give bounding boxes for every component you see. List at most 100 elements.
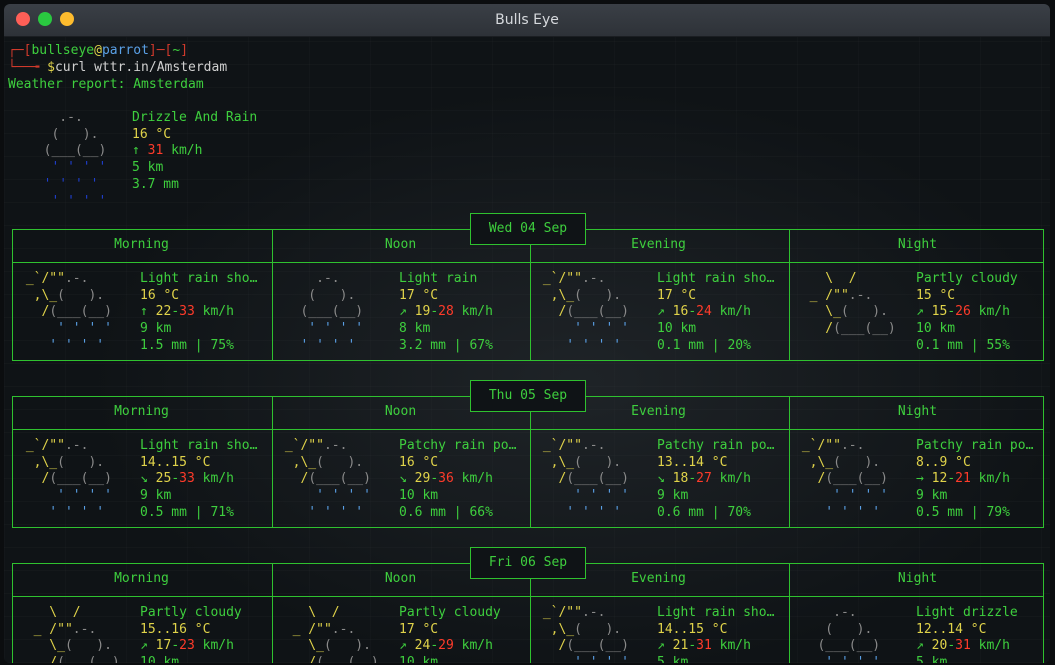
current-weather-icon: .-. ( ). (___(__) ' ' ' ' ' ' ' ' ' ' ' … (43, 110, 107, 209)
current-wind: 31 (147, 143, 164, 159)
wind-arrow-icon: ↘ (399, 471, 407, 487)
forecast-table: Fri 06 Sep Morning Noon Evening Night \ / _ … (12, 547, 1046, 663)
wind-arrow-icon: ↑ (132, 143, 140, 159)
title-bar: Bulls Eye (4, 4, 1050, 37)
wind-arrow-icon: → (916, 471, 924, 487)
cell-wind-max: 31 (955, 638, 971, 654)
cell-temp: 12..14 °C (916, 621, 987, 637)
cell-visibility: 10 km (657, 321, 697, 337)
wind-arrow-icon: ↗ (916, 304, 924, 320)
cell-visibility: 8 km (399, 321, 431, 337)
patchy-rain-icon: _`/"".-. ,\_( ). /(___(__) ' ' ' ' ' ' '… (794, 438, 888, 520)
forecast-cell: _`/"".-. ,\_( ). /(___(__) ' ' ' ' ' ' '… (535, 438, 775, 520)
light-rain-icon: .-. ( ). (___(__) ' ' ' ' ' ' ' ' (277, 271, 364, 353)
cell-condition: Light rain sho… (140, 271, 258, 286)
cell-wind-min: 24 (414, 638, 431, 654)
cell-condition: Partly cloudy (916, 271, 1018, 286)
cell-temp: 15..16 °C (140, 621, 211, 637)
cell-wind-min: 17 (155, 638, 172, 654)
cell-precip: 1.5 mm | 75% (140, 337, 234, 353)
light-rain-showers-icon: _`/"".-. ,\_( ). /(___(__) ' ' ' ' ' ' '… (18, 438, 112, 520)
cell-visibility: 9 km (140, 488, 172, 504)
forecast-cell: \ / _ /"".-. \_( ). /(___(__) Partly clo… (12, 595, 271, 663)
cell-wind-max: 33 (179, 304, 195, 320)
current-temp: 16 (132, 126, 148, 142)
cell-visibility: 10 km (399, 488, 439, 504)
cell-condition: Patchy rain po… (916, 438, 1034, 453)
command-text: curl wttr.in/Amsterdam (54, 60, 228, 75)
wind-arrow-icon: ↗ (657, 304, 665, 320)
period-header: Noon (384, 404, 417, 419)
light-rain-showers-icon: _`/"".-. ,\_( ). /(___(__) ' ' ' ' ' ' '… (535, 605, 629, 663)
forecast-cell: \ / _ /"".-. \_( ). /(___(__) Partly clo… (271, 595, 530, 663)
cell-wind-min: 21 (672, 638, 689, 654)
cell-temp: 17 °C (399, 287, 439, 303)
cell-wind-max: 36 (438, 471, 454, 487)
current-weather: Drizzle And Rain 16 °C ↑ 31 km/h 5 km 3.… (132, 110, 257, 194)
forecast-table: Thu 05 Sep Morning Noon Evening Night _`/"".… (12, 380, 1046, 528)
cell-temp: 16 °C (399, 454, 439, 470)
cell-wind-min: 19 (414, 304, 431, 320)
cell-temp: 15 °C (916, 287, 956, 303)
wind-arrow-icon: ↗ (399, 638, 407, 654)
cell-temp: 13..14 °C (657, 454, 728, 470)
cell-visibility: 5 km (657, 655, 689, 663)
cell-temp: 8..9 °C (916, 454, 971, 470)
cell-wind-max: 29 (438, 638, 454, 654)
period-header: Night (897, 571, 938, 586)
cell-wind-max: 33 (179, 471, 195, 487)
cell-visibility: 9 km (657, 488, 689, 504)
cell-wind-min: 16 (672, 304, 689, 320)
current-precip: 3.7 mm (132, 176, 179, 192)
cell-precip: 0.5 mm | 79% (916, 504, 1010, 520)
cell-wind-min: 18 (672, 471, 689, 487)
current-temp-unit: °C (155, 126, 172, 142)
prompt-symbol: $ (47, 60, 55, 75)
current-condition: Drizzle And Rain (132, 110, 258, 125)
cell-condition: Light rain sho… (657, 605, 775, 620)
forecast-cell: _`/"".-. ,\_( ). /(___(__) ' ' ' ' ' ' '… (18, 271, 258, 353)
period-header: Evening (631, 571, 686, 586)
cell-visibility: 10 km (916, 321, 956, 337)
cell-precip: 3.2 mm | 67% (399, 337, 493, 353)
cell-precip: 0.5 mm | 71% (140, 504, 234, 520)
period-header: Noon (384, 237, 417, 252)
window-title: Bulls Eye (495, 12, 559, 28)
cell-wind-min: 15 (931, 304, 948, 320)
light-drizzle-icon: .-. ( ). (___(__) ' ' ' ' ' ' ' ' (794, 605, 881, 663)
cell-wind-min: 20 (931, 638, 948, 654)
forecast-cell: _`/"".-. ,\_( ). /(___(__) ' ' ' ' ' ' '… (277, 438, 517, 520)
forecast-cell: _`/"".-. ,\_( ). /(___(__) ' ' ' ' ' ' '… (794, 438, 1034, 520)
cell-condition: Light rain sho… (657, 271, 775, 286)
cell-visibility: 9 km (916, 488, 948, 504)
cell-temp: 16 °C (140, 287, 180, 303)
prompt-host: parrot (101, 43, 149, 58)
prompt-line: ┌─[bullseye@parrot]─[~] (8, 43, 189, 58)
partly-cloudy-icon: \ / _ /"".-. \_( ). /(___(__) (277, 605, 379, 663)
cell-wind-max: 28 (438, 304, 454, 320)
wind-arrow-icon: ↗ (916, 638, 924, 654)
terminal-output[interactable]: ┌─[bullseye@parrot]─[~] └──╼ $curl wttr.… (4, 37, 1050, 663)
cell-visibility: 5 km (916, 655, 948, 663)
light-rain-showers-icon: _`/"".-. ,\_( ). /(___(__) ' ' ' ' ' ' '… (535, 271, 629, 353)
cell-condition: Patchy rain po… (399, 438, 517, 453)
cell-wind-min: 22 (155, 304, 172, 320)
cell-wind-min: 29 (414, 471, 431, 487)
cell-wind-max: 24 (696, 304, 712, 320)
cell-condition: Light rain sho… (140, 438, 258, 453)
wind-arrow-icon: ↗ (140, 638, 148, 654)
partly-cloudy-icon: \ / _ /"".-. \_( ). /(___(__) (18, 605, 120, 663)
forecast-cell: \ / _ /"".-. \_( ). /(___(__) Partly clo… (794, 271, 1018, 353)
cell-visibility: 10 km (140, 655, 180, 663)
cell-temp: 17 °C (657, 287, 697, 303)
wind-arrow-icon: ↑ (140, 304, 148, 320)
forecast-cell: .-. ( ). (___(__) ' ' ' ' ' ' ' ' Light d… (788, 595, 1047, 663)
cell-condition: Light drizzle (916, 605, 1018, 620)
cell-visibility: 9 km (140, 321, 172, 337)
current-wind-unit: km/h (171, 143, 203, 159)
wind-arrow-icon: ↗ (657, 638, 665, 654)
cell-wind-max: 31 (696, 638, 712, 654)
cell-precip: 0.1 mm | 20% (657, 337, 751, 353)
forecast-cell: _`/"".-. ,\_( ). /(___(__) ' ' ' ' ' ' '… (18, 438, 258, 520)
cell-wind-min: 25 (155, 471, 172, 487)
